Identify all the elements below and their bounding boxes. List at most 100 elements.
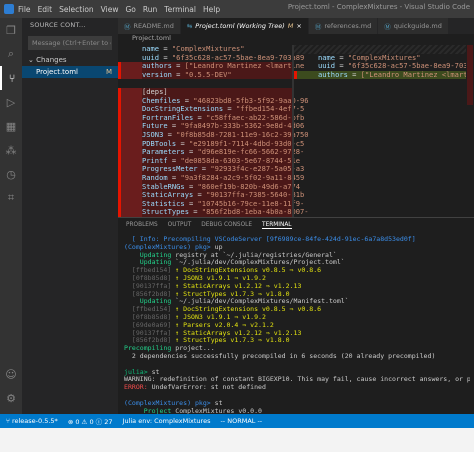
explorer-icon[interactable]: ❐ [0, 18, 22, 42]
editor-tab[interactable]: Ⓜquickguide.md [378, 18, 449, 34]
menu-selection[interactable]: Selection [59, 5, 94, 14]
settings-gear-icon[interactable]: ⚙ [0, 386, 22, 410]
close-icon[interactable]: × [296, 22, 301, 30]
window-title: Project.toml - ComplexMixtures - Visual … [287, 3, 470, 11]
tab-label: quickguide.md [393, 22, 442, 30]
timeline-icon[interactable]: ◷ [0, 162, 22, 186]
line-gutter [118, 173, 142, 183]
terminal-segment: ERROR: [124, 383, 152, 392]
terminal-segment: up [214, 242, 223, 251]
diff-original-pane[interactable]: name = "ComplexMixtures" uuid = "6f35c628… [118, 45, 309, 217]
vim-mode-status: -- NORMAL -- [220, 417, 263, 425]
toml-value: ["Leandro Martinez <lmartine [356, 69, 474, 79]
account-icon[interactable]: ☺ [0, 362, 22, 386]
line-gutter [118, 113, 142, 123]
tab-label: Project.toml (Working Tree) [195, 22, 285, 30]
terminal-segment: ↑ JSON3 v1.9.1 ⇒ v1.9.2 [175, 273, 266, 282]
terminal-segment: Updating [124, 258, 176, 267]
commit-message-input[interactable]: Message (Ctrl+Enter to co... [28, 36, 112, 50]
editor-tab[interactable]: ⇆ Project.toml (Working Tree) M × [180, 18, 309, 34]
menu-run[interactable]: Run [143, 5, 157, 14]
terminal-output[interactable]: [ Info: Precompiling VSCodeServer [9f698… [124, 236, 470, 439]
terminal-segment: WARNING: redefinition of constant BIGEXP… [124, 375, 470, 384]
changed-file-name: Project.toml [36, 68, 78, 76]
tab-label: README.md [133, 22, 174, 30]
menu-file[interactable]: File [18, 5, 31, 14]
line-gutter [118, 96, 142, 106]
panel-tab-terminal[interactable]: TERMINAL [262, 222, 292, 229]
chevron-down-icon: ⌄ [28, 56, 37, 64]
panel-tab-problems[interactable]: PROBLEMS [126, 222, 158, 228]
terminal-segment: [90137ffa] [124, 328, 176, 337]
terminal-segment: project... [175, 344, 215, 353]
line-gutter [118, 191, 142, 200]
diff-modified-pane[interactable]: name = "ComplexMixtures" uuid = "6f35c628… [294, 45, 474, 217]
terminal-segment: ↑ StructTypes v1.7.3 ⇒ v1.8.0 [175, 289, 290, 298]
search-icon[interactable]: ⌕ [0, 42, 22, 66]
activity-bar: ❐ ⌕ ⑂ ▷ ▦ ⁂ ◷ ⌗ ☺ ⚙ [0, 18, 22, 414]
terminal-segment: [90137ffa] [124, 281, 176, 290]
panel-tabs: PROBLEMS OUTPUT DEBUG CONSOLE TERMINAL [118, 218, 474, 232]
line-gutter [118, 130, 142, 140]
terminal-segment: [ffbed154] [124, 305, 176, 314]
terminal-segment: ↑ StructTypes v1.7.3 ⇒ v1.8.0 [175, 336, 290, 345]
remote-icon[interactable]: ⌗ [0, 186, 22, 210]
line-gutter [118, 70, 142, 80]
terminal-segment: (ComplexMixtures) pkg> [124, 398, 215, 407]
toml-key: version [142, 69, 177, 79]
line-gutter [118, 165, 142, 174]
tab-status-badge: M [287, 22, 294, 30]
line-gutter [118, 148, 142, 157]
line-gutter [118, 87, 142, 97]
menu-go[interactable]: Go [125, 5, 135, 14]
editor-scrollbar[interactable] [466, 45, 474, 217]
panel-tab-output[interactable]: OUTPUT [168, 222, 192, 228]
panel-tab-debug-console[interactable]: DEBUG CONSOLE [201, 222, 252, 228]
terminal-segment: st [151, 367, 160, 376]
terminal-segment: Updating [124, 250, 176, 259]
branch-status[interactable]: ⑂ release-0.5.5* [6, 417, 58, 425]
menu-bar: File Edit Selection View Go Run Terminal Help [0, 5, 220, 14]
changed-file-item[interactable]: Project.toml M [22, 66, 118, 78]
terminal-segment: [856f2bd8] [124, 336, 176, 345]
markdown-icon: Ⓜ [384, 23, 391, 31]
line-gutter [294, 45, 318, 54]
menu-edit[interactable]: Edit [38, 5, 53, 14]
code-line: authors = ["Leandro Martinez <lmartine [294, 69, 474, 80]
menu-help[interactable]: Help [203, 5, 220, 14]
menu-terminal[interactable]: Terminal [164, 5, 196, 14]
editor-tab[interactable]: Ⓜreferences.md [308, 18, 379, 34]
problems-status[interactable]: ⊗ 0 ⚠ 0 ⓘ 27 [68, 416, 113, 426]
source-control-icon[interactable]: ⑂ [0, 66, 22, 90]
line-gutter [118, 156, 142, 166]
editor-tab[interactable]: Ⓜ README.md [118, 18, 181, 34]
terminal-segment: ↑ JSON3 v1.9.1 ⇒ v1.9.2 [175, 312, 266, 321]
terminal-segment: `~/.julia/dev/ComplexMixtures/Project.to… [175, 258, 345, 267]
run-debug-icon[interactable]: ▷ [0, 90, 22, 114]
page-background [0, 428, 474, 452]
terminal-segment: 2 dependencies successfully precompiled … [124, 351, 436, 360]
vscode-logo-icon [4, 4, 14, 14]
scrollbar-thumb[interactable] [467, 45, 473, 105]
terminal-segment: ↑ StaticArrays v1.2.12 ⇒ v1.2.13 [175, 328, 302, 337]
diff-editor[interactable]: name = "ComplexMixtures" uuid = "6f35c628… [118, 45, 474, 217]
terminal-segment: st [214, 398, 223, 407]
extensions-icon[interactable]: ▦ [0, 114, 22, 138]
changes-group[interactable]: ⌄ Changes [22, 54, 118, 66]
line-gutter [118, 54, 142, 63]
breadcrumb[interactable]: Project.toml [118, 34, 474, 45]
line-gutter [294, 62, 318, 71]
sidebar-header: SOURCE CONT... [30, 21, 86, 29]
julia-env-status[interactable]: Julia env: ComplexMixtures [123, 417, 211, 425]
terminal-segment: [0f8b85d8] [124, 273, 176, 282]
terminal-segment: julia> [124, 367, 152, 376]
terminal-segment: registry at `~/.julia/registries/General… [175, 250, 337, 259]
menu-view[interactable]: View [101, 5, 119, 14]
julia-icon[interactable]: ⁂ [0, 138, 22, 162]
source-control-sidebar: SOURCE CONT... Message (Ctrl+Enter to co… [22, 18, 118, 414]
toml-value: "0.5.5-DEV" [180, 69, 232, 79]
terminal-line: ERROR: UndefVarError: st not defined [124, 383, 470, 392]
code-text: authors = ["Leandro Martinez <lmartine [318, 69, 474, 80]
terminal-segment: ↑ StaticArrays v1.2.12 ⇒ v1.2.13 [175, 281, 302, 290]
